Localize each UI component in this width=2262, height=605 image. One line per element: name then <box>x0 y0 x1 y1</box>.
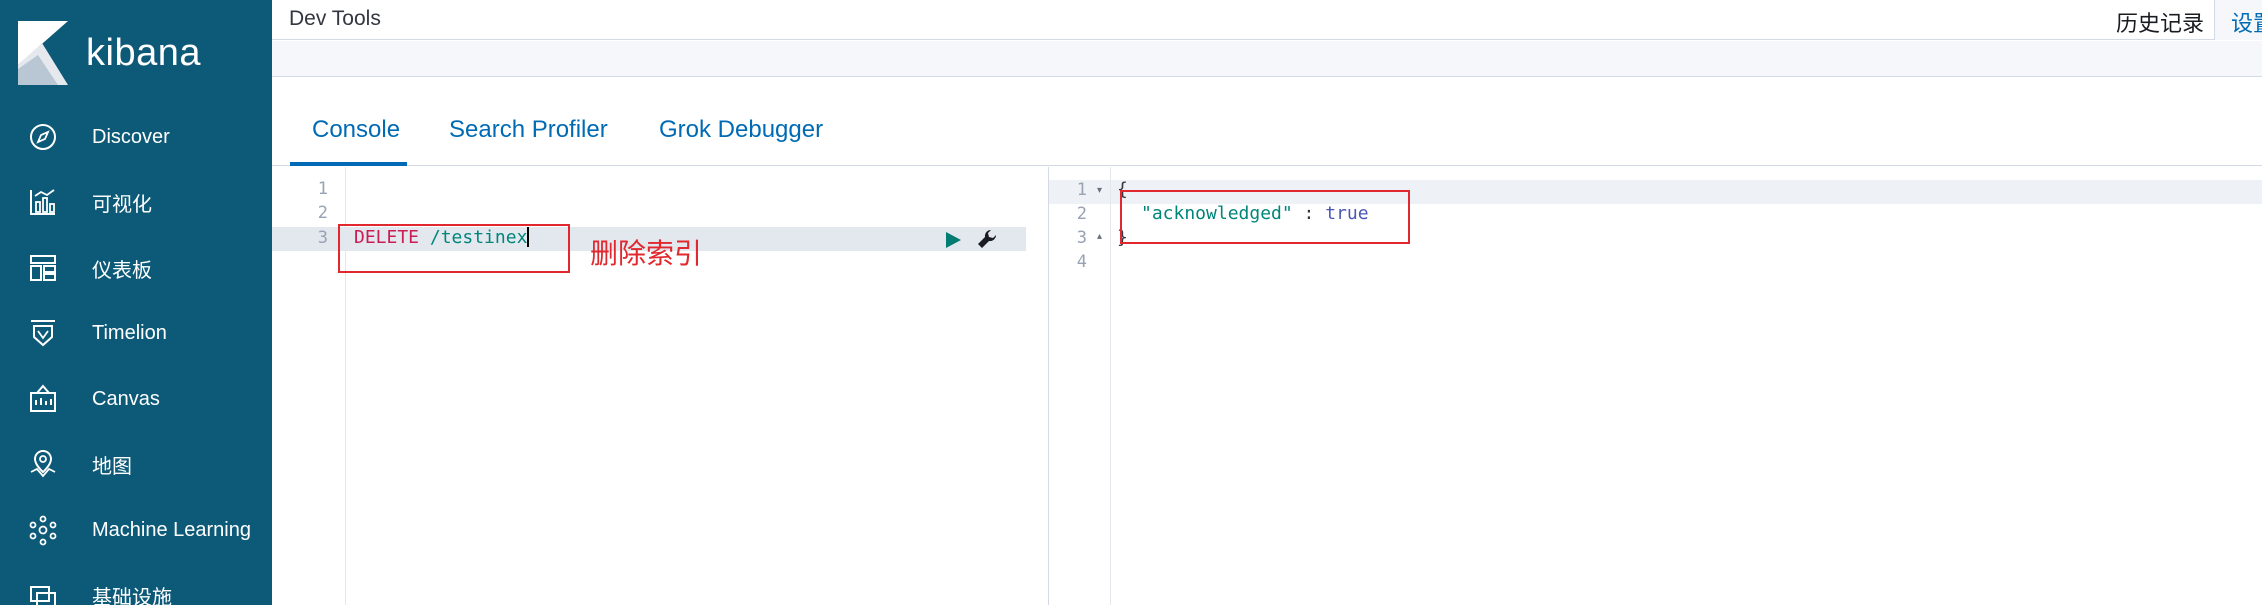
sidebar-item-maps[interactable]: 地图 <box>0 434 272 494</box>
sidebar-item-label: 地图 <box>92 455 132 478</box>
sidebar-item-discover[interactable]: Discover <box>0 107 272 167</box>
line-number-gutter: 1 ▾ 2 3 ▴ 4 <box>1049 167 1111 605</box>
play-icon[interactable] <box>942 229 964 251</box>
fold-open-icon[interactable]: ▾ <box>1097 185 1102 196</box>
tab-console[interactable]: Console <box>312 116 400 144</box>
sidebar-item-label: Machine Learning <box>92 518 251 541</box>
sidebar-item-infrastructure[interactable]: 基础设施 <box>0 565 272 605</box>
kibana-logo-icon <box>18 21 68 85</box>
kibana-logo[interactable]: kibana <box>18 18 248 88</box>
history-link[interactable]: 历史记录 <box>2116 6 2204 38</box>
sidebar-item-label: 基础设施 <box>92 586 172 605</box>
sidebar-item-visualize[interactable]: 可视化 <box>0 172 272 232</box>
sidebar-item-timelion[interactable]: Timelion <box>0 303 272 363</box>
sidebar-item-canvas[interactable]: Canvas <box>0 369 272 429</box>
sidebar-item-label: Discover <box>92 125 170 148</box>
line-number: 3 <box>317 228 328 248</box>
wrench-icon[interactable] <box>976 228 998 250</box>
sidebar-item-label: Canvas <box>92 387 160 410</box>
settings-link[interactable]: 设置 <box>2214 0 2262 40</box>
brand-name: kibana <box>86 31 201 74</box>
infrastructure-icon <box>30 586 56 605</box>
annotation-box-request <box>338 224 570 273</box>
annotation-box-response <box>1120 190 1410 244</box>
line-number: 2 <box>317 203 328 223</box>
dashboard-icon <box>30 255 56 281</box>
line-number-gutter: 1 2 3 <box>272 167 346 605</box>
sidebar-item-machine-learning[interactable]: Machine Learning <box>0 500 272 560</box>
visualize-icon <box>30 189 55 215</box>
sidebar-item-label: 可视化 <box>92 193 152 216</box>
dev-tools-tabs: Console Search Profiler Grok Debugger <box>272 78 2262 166</box>
tab-search-profiler[interactable]: Search Profiler <box>449 116 608 144</box>
tab-grok-debugger[interactable]: Grok Debugger <box>659 116 823 144</box>
compass-icon <box>30 124 56 150</box>
breadcrumb: Dev Tools <box>289 7 381 30</box>
line-number: 2 <box>1076 204 1087 224</box>
sidebar-nav: kibana Discover 可视化 仪表板 Timelion Canvas … <box>0 0 272 605</box>
line-number: 1 <box>317 179 328 199</box>
line-number: 3 <box>1076 228 1087 248</box>
top-header: Dev Tools 历史记录 设置 <box>272 0 2262 40</box>
canvas-icon <box>30 384 56 412</box>
fold-close-icon[interactable]: ▴ <box>1097 231 1102 242</box>
timelion-icon <box>31 320 55 347</box>
map-pin-icon <box>30 449 56 478</box>
sidebar-item-label: Timelion <box>92 321 167 344</box>
machine-learning-icon <box>29 515 57 546</box>
annotation-label: 删除索引 <box>590 238 703 269</box>
query-bar-area <box>272 41 2262 77</box>
line-number: 4 <box>1076 252 1087 272</box>
sidebar-item-label: 仪表板 <box>92 259 152 282</box>
line-number: 1 <box>1076 180 1087 200</box>
active-tab-indicator <box>290 162 407 166</box>
sidebar-item-dashboard[interactable]: 仪表板 <box>0 238 272 298</box>
